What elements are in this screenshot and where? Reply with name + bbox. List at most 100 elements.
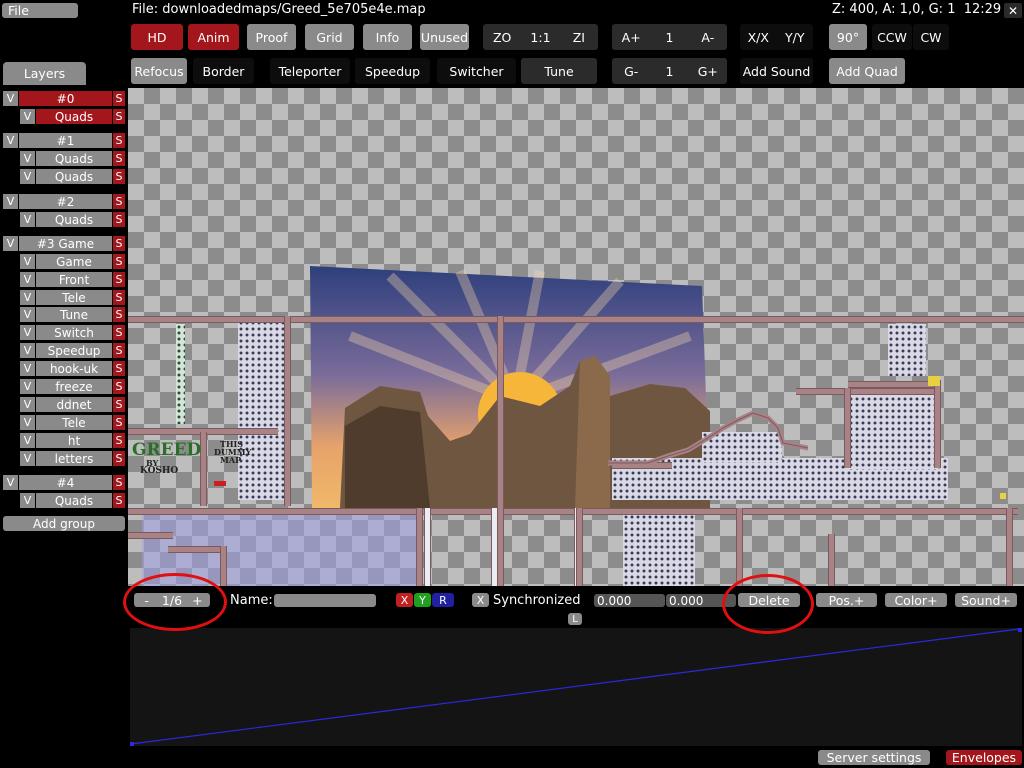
layer-solo-toggle[interactable]: S	[113, 379, 125, 394]
lock-toggle[interactable]: L	[568, 613, 582, 625]
layer-name[interactable]: letters	[36, 451, 112, 466]
zoom-reset-button[interactable]: 1:1	[521, 30, 559, 45]
anim-button[interactable]: Anim	[188, 24, 239, 50]
add-sound-envelope-button[interactable]: Sound+	[955, 593, 1017, 608]
layer-row[interactable]: V Game S	[20, 254, 125, 269]
layer-visibility-toggle[interactable]: V	[20, 415, 35, 430]
layer-visibility-toggle[interactable]: V	[20, 325, 35, 340]
envelopes-button[interactable]: Envelopes	[946, 750, 1022, 765]
unused-button[interactable]: Unused	[420, 24, 469, 50]
prev-envelope-button[interactable]: -	[134, 593, 159, 608]
group-solo-toggle[interactable]: S	[113, 133, 125, 148]
layer-solo-toggle[interactable]: S	[113, 272, 125, 287]
rotate-angle-field[interactable]: 90°	[829, 24, 867, 50]
layer-name[interactable]: Switch	[36, 325, 112, 340]
layer-solo-toggle[interactable]: S	[113, 169, 125, 184]
layer-row[interactable]: V freeze S	[20, 379, 125, 394]
layer-solo-toggle[interactable]: S	[113, 254, 125, 269]
grid-factor-down-button[interactable]: G-	[612, 64, 650, 79]
layer-solo-toggle[interactable]: S	[113, 343, 125, 358]
info-button[interactable]: Info	[363, 24, 412, 50]
add-quad-button[interactable]: Add Quad	[829, 58, 905, 84]
curve-value-field[interactable]: 0.000	[666, 594, 736, 608]
layer-name[interactable]: Front	[36, 272, 112, 287]
anim-speed-down-button[interactable]: A-	[689, 30, 727, 45]
layer-row[interactable]: V Tele S	[20, 290, 125, 305]
layer-visibility-toggle[interactable]: V	[20, 379, 35, 394]
flip-x-button[interactable]: X/X	[740, 30, 777, 45]
layer-solo-toggle[interactable]: S	[113, 212, 125, 227]
layer-name[interactable]: ddnet	[36, 397, 112, 412]
group-visibility-toggle[interactable]: V	[3, 91, 18, 106]
layer-row[interactable]: V Tune S	[20, 307, 125, 322]
group-name[interactable]: #0	[19, 91, 112, 106]
layer-name[interactable]: Tele	[36, 290, 112, 305]
layer-name[interactable]: Tele	[36, 415, 112, 430]
add-group-button[interactable]: Add group	[3, 516, 125, 531]
layer-solo-toggle[interactable]: S	[113, 451, 125, 466]
speedup-button[interactable]: Speedup	[355, 58, 430, 84]
layer-visibility-toggle[interactable]: V	[20, 151, 35, 166]
group-visibility-toggle[interactable]: V	[3, 194, 18, 209]
channel-y-toggle[interactable]: Y	[414, 593, 431, 607]
rotate-cw-button[interactable]: CW	[913, 24, 949, 50]
switcher-button[interactable]: Switcher	[437, 58, 516, 84]
layer-solo-toggle[interactable]: S	[113, 109, 125, 124]
layer-visibility-toggle[interactable]: V	[20, 272, 35, 287]
layer-group-1[interactable]: V #1 S	[3, 133, 125, 148]
channel-x-toggle[interactable]: X	[396, 593, 413, 607]
layer-name[interactable]: ht	[36, 433, 112, 448]
anim-speed-up-button[interactable]: A+	[612, 30, 650, 45]
layer-visibility-toggle[interactable]: V	[20, 451, 35, 466]
layer-visibility-toggle[interactable]: V	[20, 433, 35, 448]
group-visibility-toggle[interactable]: V	[3, 133, 18, 148]
layer-name[interactable]: Quads	[36, 212, 112, 227]
layer-name[interactable]: Tune	[36, 307, 112, 322]
group-name[interactable]: #3 Game	[19, 236, 112, 251]
layer-row[interactable]: V Quads S	[20, 151, 125, 166]
time-value-field[interactable]: 0.000	[594, 594, 665, 608]
layer-group-2[interactable]: V #2 S	[3, 194, 125, 209]
layer-row[interactable]: V Tele S	[20, 415, 125, 430]
hd-button[interactable]: HD	[131, 24, 183, 50]
refocus-button[interactable]: Refocus	[131, 58, 187, 84]
layer-visibility-toggle[interactable]: V	[20, 109, 35, 124]
group-name[interactable]: #1	[19, 133, 112, 148]
layer-name[interactable]: Quads	[36, 493, 112, 508]
layer-row[interactable]: V Quads S	[20, 493, 125, 508]
file-menu-button[interactable]: File	[2, 3, 78, 18]
group-solo-toggle[interactable]: S	[113, 236, 125, 251]
add-pos-envelope-button[interactable]: Pos.+	[816, 593, 877, 608]
server-settings-button[interactable]: Server settings	[818, 750, 930, 765]
layer-row[interactable]: V Quads S	[20, 109, 125, 124]
layer-visibility-toggle[interactable]: V	[20, 343, 35, 358]
next-envelope-button[interactable]: +	[185, 593, 210, 608]
layer-row[interactable]: V Front S	[20, 272, 125, 287]
layer-visibility-toggle[interactable]: V	[20, 493, 35, 508]
layer-row[interactable]: V Switch S	[20, 325, 125, 340]
layer-visibility-toggle[interactable]: V	[20, 290, 35, 305]
layer-visibility-toggle[interactable]: V	[20, 397, 35, 412]
channel-r-toggle[interactable]: R	[432, 593, 454, 607]
layer-name[interactable]: freeze	[36, 379, 112, 394]
group-name[interactable]: #4	[19, 475, 112, 490]
layer-row[interactable]: V Quads S	[20, 169, 125, 184]
layer-row[interactable]: V ddnet S	[20, 397, 125, 412]
group-solo-toggle[interactable]: S	[113, 91, 125, 106]
layer-name[interactable]: Quads	[36, 169, 112, 184]
layer-visibility-toggle[interactable]: V	[20, 254, 35, 269]
layer-row[interactable]: V hook-uk S	[20, 361, 125, 376]
layer-name[interactable]: Game	[36, 254, 112, 269]
layer-row[interactable]: V letters S	[20, 451, 125, 466]
add-sound-button[interactable]: Add Sound	[740, 58, 813, 84]
layer-visibility-toggle[interactable]: V	[20, 212, 35, 227]
layer-row[interactable]: V Quads S	[20, 212, 125, 227]
group-visibility-toggle[interactable]: V	[3, 475, 18, 490]
layer-solo-toggle[interactable]: S	[113, 361, 125, 376]
layer-name[interactable]: Speedup	[36, 343, 112, 358]
layer-name[interactable]: Quads	[36, 151, 112, 166]
layer-solo-toggle[interactable]: S	[113, 290, 125, 305]
group-solo-toggle[interactable]: S	[113, 475, 125, 490]
tune-button[interactable]: Tune	[521, 58, 597, 84]
layer-name[interactable]: hook-uk	[36, 361, 112, 376]
